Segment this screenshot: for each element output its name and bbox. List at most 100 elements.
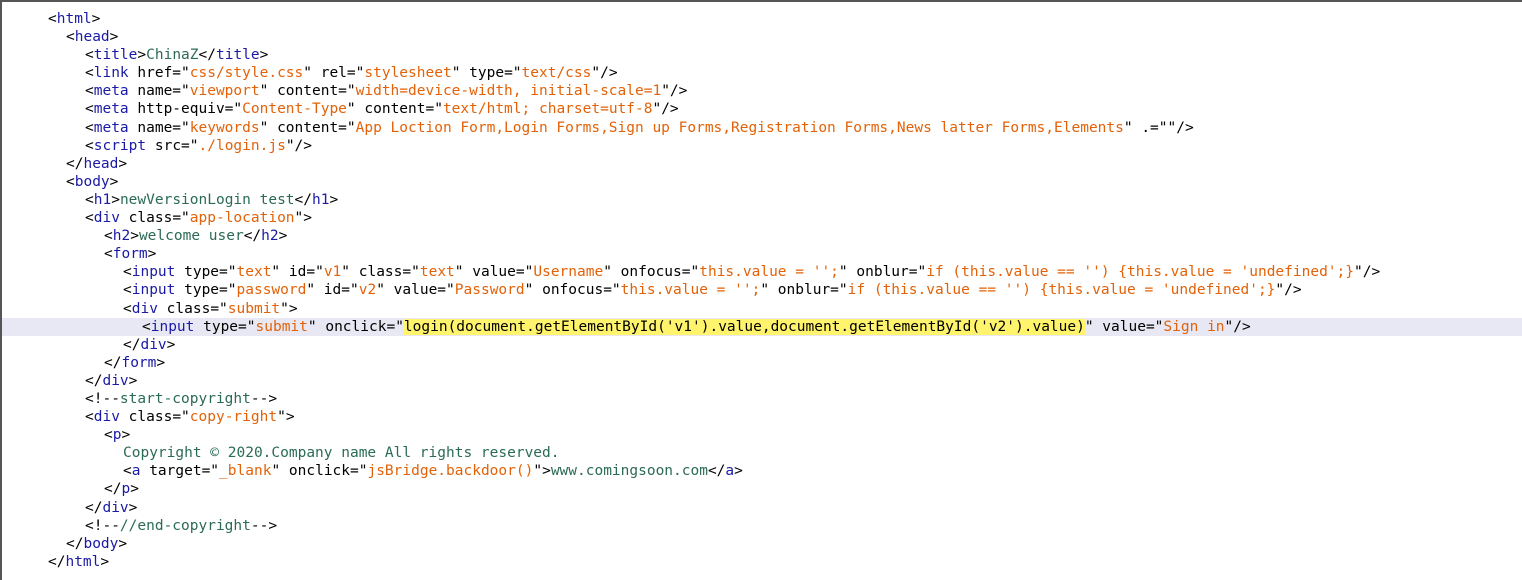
punct: < — [85, 137, 94, 154]
source-line: <p> — [2, 426, 1522, 444]
attr-value: css/style.css — [189, 65, 304, 82]
punct: > — [734, 463, 743, 480]
punct: < — [123, 300, 132, 317]
tag-name: script — [93, 137, 147, 154]
punct: </ — [48, 553, 66, 570]
tag-name: h2 — [261, 228, 279, 245]
punct: </ — [66, 155, 84, 172]
source-line: </form> — [2, 354, 1522, 372]
punct: "/> — [661, 83, 688, 100]
punct: " content=" — [259, 119, 356, 136]
punct: > — [118, 535, 128, 552]
tag-name: body — [74, 173, 110, 190]
punct: < — [123, 282, 132, 299]
comment-text: start-copyright — [119, 390, 251, 407]
attr-value: stylesheet — [364, 65, 452, 82]
source-line: </html> — [2, 553, 1522, 571]
punct: </ — [85, 499, 103, 516]
punct: type=" — [175, 282, 237, 299]
punct: < — [48, 11, 57, 27]
tag-name: title — [93, 47, 138, 64]
punct: > — [130, 228, 139, 245]
punct: </ — [85, 372, 103, 389]
source-code-view[interactable]: <html> <head> <title>ChinaZ</title> <link h… — [2, 10, 1522, 571]
source-line: </div> — [2, 372, 1522, 390]
text-node: ChinaZ — [146, 47, 199, 64]
attr-value: keywords — [189, 119, 260, 136]
source-line: <h2>welcome user</h2> — [2, 227, 1522, 245]
punct: " value=" — [454, 264, 534, 281]
punct: > — [128, 499, 138, 516]
punct: < — [85, 119, 94, 136]
source-line: < a target="_blank" onclick="jsBridge.bac… — [2, 462, 1522, 480]
attr-value: submit — [255, 318, 308, 335]
punct: < — [85, 409, 94, 426]
punct: "/> — [1224, 318, 1251, 335]
source-viewer-frame: <html> <head> <title>ChinaZ</title> <link h… — [0, 0, 1522, 580]
tag-name: body — [83, 535, 119, 552]
attr-value: submit — [227, 300, 281, 317]
source-line: </div> — [2, 499, 1522, 517]
punct: > — [111, 191, 120, 208]
punct: > — [118, 155, 128, 172]
punct: " onclick=" — [271, 463, 368, 480]
source-line: </p> — [2, 480, 1522, 498]
source-line: <!--//end-copyright--> — [2, 517, 1522, 535]
punct: " onblur=" — [838, 264, 927, 281]
punct: <!-- — [85, 517, 120, 534]
attr-value: text — [236, 264, 272, 281]
punct: > — [147, 246, 157, 263]
punct: > — [91, 11, 101, 27]
source-line: <input type="password" id="v2" value="Pa… — [2, 281, 1522, 299]
attr-value: copy-right — [189, 409, 278, 426]
tag-name: meta — [93, 101, 129, 118]
source-line: <meta name="viewport" content="width=dev… — [2, 82, 1522, 100]
punct: " content=" — [346, 101, 443, 118]
punct: "> — [277, 409, 295, 426]
punct: > — [100, 553, 110, 570]
punct: < — [104, 246, 113, 263]
punct: " onfocus=" — [524, 282, 621, 299]
punct: > — [128, 372, 138, 389]
tag-name: h1 — [312, 191, 330, 208]
punct: class=" — [157, 300, 228, 317]
punct: " onfocus=" — [603, 264, 700, 281]
tag-name: div — [102, 499, 129, 516]
tag-name: div — [131, 300, 158, 317]
punct: < — [85, 101, 94, 118]
punct: target=" — [140, 463, 220, 480]
attr-value: password — [236, 282, 307, 299]
source-line: </div> — [2, 336, 1522, 354]
punct: name=" — [128, 119, 190, 136]
punct: < — [104, 427, 113, 444]
comment-text: //end-copyright — [119, 517, 251, 534]
attr-value: this.value = ''; — [620, 282, 761, 299]
punct: "> — [533, 463, 551, 480]
text-node: www.comingsoon.com — [550, 463, 708, 480]
punct: http-equiv=" — [128, 101, 243, 118]
punct: type=" — [194, 318, 256, 335]
tag-name: a — [725, 463, 735, 480]
source-line: <!--start-copyright--> — [2, 390, 1522, 408]
punct: > — [278, 228, 288, 245]
source-line: <html> — [2, 10, 1522, 28]
source-line: <body> — [2, 173, 1522, 191]
punct: < — [66, 29, 75, 46]
source-line: <div class="submit"> — [2, 300, 1522, 318]
punct: "/> — [1354, 264, 1381, 281]
punct: "/> — [652, 101, 679, 118]
text-node: newVersionLogin test — [119, 191, 295, 208]
attr-value: text — [419, 264, 455, 281]
punct: " .=""/> — [1123, 119, 1194, 136]
punct: name=" — [128, 83, 190, 100]
tag-name: h1 — [93, 191, 112, 208]
attr-value: this.value = ''; — [699, 264, 839, 281]
attr-value: text/css — [521, 65, 592, 82]
source-line: </body> — [2, 535, 1522, 553]
punct: " rel=" — [303, 65, 365, 82]
source-line: <title>ChinaZ</title> — [2, 46, 1522, 64]
punct: < — [85, 191, 94, 208]
punct: < — [85, 210, 94, 227]
attr-value: Sign in — [1163, 318, 1225, 335]
punct: "/> — [285, 137, 313, 154]
